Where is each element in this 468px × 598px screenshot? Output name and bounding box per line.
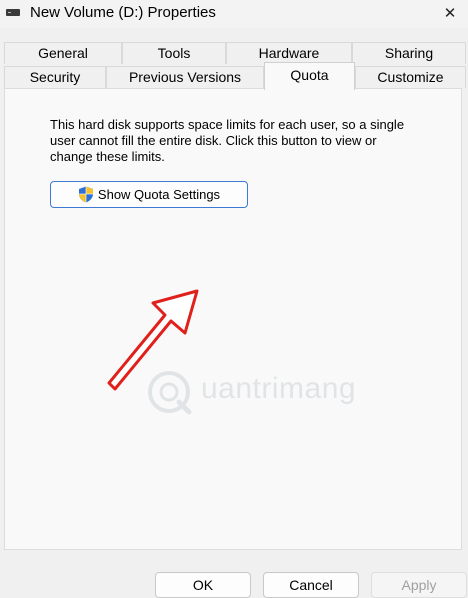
quota-description: This hard disk supports space limits for… <box>50 117 405 164</box>
close-icon: ✕ <box>443 5 457 22</box>
uac-shield-icon <box>78 186 93 203</box>
tab-quota[interactable]: Quota <box>264 62 355 90</box>
show-quota-settings-button[interactable]: Show Quota Settings <box>50 181 248 208</box>
dialog-button-bar: OK Cancel Apply <box>0 550 468 598</box>
tab-general[interactable]: General <box>4 42 122 64</box>
tab-security[interactable]: Security <box>4 66 106 88</box>
watermark-text: uantrimang <box>201 372 357 405</box>
tab-tools[interactable]: Tools <box>122 42 226 64</box>
tab-sharing[interactable]: Sharing <box>352 42 466 64</box>
ok-button[interactable]: OK <box>155 572 251 598</box>
tab-previous-versions[interactable]: Previous Versions <box>106 66 264 88</box>
quota-panel: This hard disk supports space limits for… <box>4 88 462 550</box>
tab-hardware[interactable]: Hardware <box>226 42 352 64</box>
close-button[interactable]: ✕ <box>432 0 468 26</box>
window-title: New Volume (D:) Properties <box>30 4 216 21</box>
show-quota-settings-label: Show Quota Settings <box>97 187 221 202</box>
drive-icon <box>6 9 20 16</box>
apply-button[interactable]: Apply <box>371 572 467 598</box>
title-bar: New Volume (D:) Properties ✕ <box>0 0 468 28</box>
watermark-logo-icon <box>148 371 192 415</box>
cancel-button[interactable]: Cancel <box>263 572 359 598</box>
tab-customize[interactable]: Customize <box>355 66 466 88</box>
watermark: uantrimang <box>145 364 375 424</box>
tab-strip: General Tools Hardware Sharing Security … <box>0 28 468 90</box>
